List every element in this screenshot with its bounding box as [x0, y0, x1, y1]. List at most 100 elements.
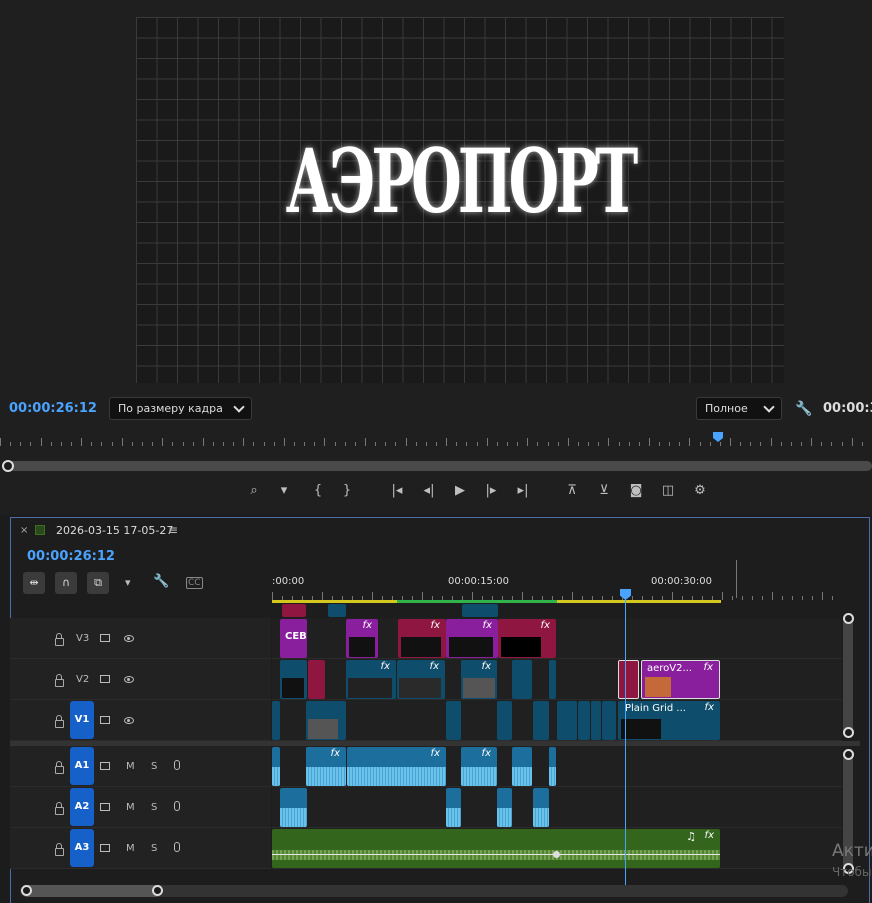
- marker-icon[interactable]: ⌕: [243, 481, 265, 501]
- clip-v1[interactable]: [602, 701, 616, 740]
- go-to-in-icon[interactable]: |◂: [386, 481, 408, 501]
- fit-dropdown[interactable]: По размеру кадра: [109, 397, 252, 420]
- video-track-scrollbar[interactable]: [843, 618, 853, 738]
- clip-v3[interactable]: fx: [346, 619, 378, 658]
- source-patch-v1[interactable]: V1: [70, 701, 94, 739]
- mute-button[interactable]: M: [126, 843, 135, 854]
- panel-menu-icon[interactable]: ≡: [168, 523, 178, 537]
- lock-icon[interactable]: [55, 633, 64, 646]
- sync-lock-icon[interactable]: [100, 844, 110, 852]
- sync-lock-icon[interactable]: [100, 803, 110, 811]
- sync-lock-icon[interactable]: [100, 675, 110, 683]
- wrench-icon[interactable]: 🔧: [153, 574, 169, 589]
- lock-icon[interactable]: [55, 802, 64, 815]
- snap-icon[interactable]: ∩: [55, 572, 77, 594]
- linked-selection-icon[interactable]: ⧉: [87, 572, 109, 594]
- clip[interactable]: [462, 604, 498, 617]
- audio-clip[interactable]: fx: [347, 747, 446, 786]
- wrench-icon[interactable]: 🔧: [795, 401, 812, 417]
- sequence-tab[interactable]: 2026-03-15 17-05-27: [56, 524, 173, 537]
- audio-clip[interactable]: [280, 788, 307, 827]
- clip-v1[interactable]: [306, 701, 346, 740]
- track-label-v2[interactable]: V2: [76, 674, 89, 685]
- monitor-time-ruler[interactable]: [0, 430, 872, 446]
- clip-plain-grid[interactable]: Plain Grid ... fx: [618, 701, 720, 740]
- nest-icon[interactable]: ⇹: [23, 572, 45, 594]
- clip-v1[interactable]: [272, 701, 280, 740]
- lock-icon[interactable]: [55, 715, 64, 728]
- source-patch-a1[interactable]: A1: [70, 747, 94, 785]
- close-icon[interactable]: ×: [20, 525, 28, 536]
- clip-v3[interactable]: fx: [498, 619, 556, 658]
- clip-v3[interactable]: CEB: [280, 619, 307, 658]
- audio-clip[interactable]: [549, 747, 556, 786]
- sync-lock-icon[interactable]: [100, 716, 110, 724]
- audio-clip[interactable]: [533, 788, 549, 827]
- timeline-timecode[interactable]: 00:00:26:12: [27, 549, 115, 564]
- audio-clip[interactable]: [512, 747, 532, 786]
- mic-icon[interactable]: [174, 760, 180, 770]
- mute-button[interactable]: M: [126, 761, 135, 772]
- clip-v1[interactable]: [533, 701, 549, 740]
- clip-v3[interactable]: fx: [398, 619, 446, 658]
- horizontal-scroll-thumb[interactable]: [22, 885, 162, 897]
- lock-icon[interactable]: [55, 843, 64, 856]
- camera-icon[interactable]: ◙: [625, 481, 647, 501]
- audio-clip[interactable]: fx: [306, 747, 346, 786]
- mic-icon[interactable]: [174, 801, 180, 811]
- play-icon[interactable]: ▶: [449, 481, 471, 501]
- clip-v1[interactable]: [497, 701, 512, 740]
- audio-clip[interactable]: [497, 788, 512, 827]
- eye-icon[interactable]: [124, 635, 134, 642]
- lock-icon[interactable]: [55, 761, 64, 774]
- source-patch-a2[interactable]: A2: [70, 788, 94, 826]
- go-to-out-icon[interactable]: ▸|: [512, 481, 534, 501]
- audio-clip[interactable]: fx: [461, 747, 497, 786]
- clip-v1[interactable]: [591, 701, 601, 740]
- volume-rubberband[interactable]: [272, 854, 720, 855]
- clip-v2[interactable]: fx: [397, 660, 445, 699]
- mark-out-icon[interactable]: }: [336, 481, 358, 501]
- track-lane-a2[interactable]: [272, 787, 842, 828]
- mark-in-icon[interactable]: {: [307, 481, 329, 501]
- clip-v1[interactable]: [557, 701, 577, 740]
- audio-clip[interactable]: [272, 747, 280, 786]
- zoom-scrollbar[interactable]: [4, 461, 872, 471]
- lift-icon[interactable]: ⊼: [561, 481, 583, 501]
- audio-clip[interactable]: [446, 788, 461, 827]
- step-back-icon[interactable]: ◂|: [418, 481, 440, 501]
- scroll-handle[interactable]: [21, 885, 32, 896]
- captions-icon[interactable]: CC: [186, 577, 203, 589]
- clip-v3[interactable]: fx: [446, 619, 498, 658]
- sync-lock-icon[interactable]: [100, 762, 110, 770]
- keyframe[interactable]: [553, 851, 560, 858]
- extract-icon[interactable]: ⊻: [593, 481, 615, 501]
- clip[interactable]: [282, 604, 306, 617]
- solo-button[interactable]: S: [151, 761, 157, 772]
- solo-button[interactable]: S: [151, 843, 157, 854]
- track-label-v3[interactable]: V3: [76, 633, 89, 644]
- clip-v2[interactable]: [512, 660, 532, 699]
- clip-v2[interactable]: [549, 660, 556, 699]
- clip-v2[interactable]: [308, 660, 325, 699]
- clip-v1[interactable]: [578, 701, 590, 740]
- mic-icon[interactable]: [174, 842, 180, 852]
- settings-icon[interactable]: ⚙: [689, 481, 711, 501]
- scroll-handle[interactable]: [152, 885, 163, 896]
- eye-icon[interactable]: [124, 676, 134, 683]
- clip[interactable]: [328, 604, 346, 617]
- step-forward-icon[interactable]: |▸: [480, 481, 502, 501]
- clip-v2[interactable]: fx: [461, 660, 497, 699]
- timeline-ruler[interactable]: [272, 590, 842, 600]
- mute-button[interactable]: M: [126, 802, 135, 813]
- music-clip[interactable]: ♫ fx: [272, 829, 720, 868]
- eye-icon[interactable]: [124, 717, 134, 724]
- solo-button[interactable]: S: [151, 802, 157, 813]
- clip-v1[interactable]: [446, 701, 461, 740]
- scroll-handle[interactable]: [843, 749, 854, 760]
- clip-aero[interactable]: aeroV2... fx: [641, 660, 720, 699]
- add-marker-icon[interactable]: ▾: [125, 576, 131, 589]
- comparison-view-icon[interactable]: ◫: [657, 481, 679, 501]
- playhead-timecode[interactable]: 00:00:26:12: [9, 401, 97, 416]
- scroll-handle[interactable]: [843, 727, 854, 738]
